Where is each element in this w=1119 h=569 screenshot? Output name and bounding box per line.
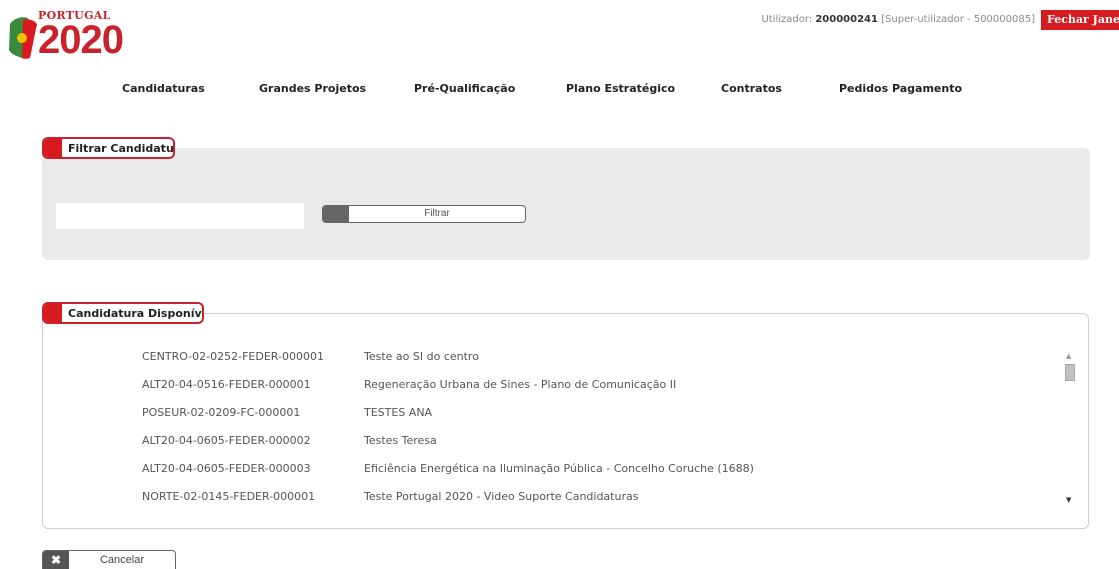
candidatura-code: ALT20-04-0516-FEDER-000001 <box>142 378 311 391</box>
cancel-button-label: Cancelar <box>99 554 145 566</box>
list-item[interactable]: ALT20-04-0605-FEDER-000003 Eficiência En… <box>60 456 1060 484</box>
candidaturas-list[interactable]: CENTRO-02-0252-FEDER-000001 Teste ao SI … <box>60 344 1060 514</box>
nav-item-grandes-projetos[interactable]: Grandes Projetos <box>259 82 366 95</box>
candidatura-code: ALT20-04-0605-FEDER-000003 <box>142 462 311 475</box>
list-scrollbar[interactable]: ▲ ▼ <box>1064 350 1076 510</box>
filter-button[interactable]: Filtrar <box>322 205 526 223</box>
candidatura-description: Regeneração Urbana de Sines - Plano de C… <box>364 378 677 391</box>
list-item[interactable]: ALT20-04-0605-FEDER-000002 Testes Teresa <box>60 428 1060 456</box>
candidatura-code: ALT20-04-0605-FEDER-000002 <box>142 434 311 447</box>
main-nav: Candidaturas Grandes Projetos Pré-Qualif… <box>0 82 1119 98</box>
list-item[interactable]: ALT20-04-0516-FEDER-000001 Regeneração U… <box>60 372 1060 400</box>
candidatura-description: Testes Teresa <box>364 434 437 447</box>
candidaturas-tab-marker <box>44 304 62 322</box>
filter-button-label: Filtrar <box>424 208 450 219</box>
filter-panel-title: Filtrar Candidatura <box>68 141 175 155</box>
list-item[interactable]: CENTRO-02-0252-FEDER-000001 Teste ao SI … <box>60 344 1060 372</box>
nav-item-contratos[interactable]: Contratos <box>721 82 782 95</box>
candidaturas-panel-title: Candidatura Disponíveis <box>68 306 202 320</box>
user-role: [Super-utilizador - 500000085] <box>877 14 1035 25</box>
logo-2020-text: 2020 <box>38 18 124 62</box>
candidatura-code: CENTRO-02-0252-FEDER-000001 <box>142 350 324 363</box>
nav-item-candidaturas[interactable]: Candidaturas <box>122 82 205 95</box>
user-info: Utilizador: 200000241 [Super-utilizador … <box>761 14 1035 25</box>
nav-item-pre-qualificacao[interactable]: Pré-Qualificação <box>414 82 515 95</box>
nav-item-plano-estrategico[interactable]: Plano Estratégico <box>566 82 675 95</box>
candidatura-code: NORTE-02-0145-FEDER-000001 <box>142 490 316 503</box>
scroll-up-icon[interactable]: ▲ <box>1066 352 1071 360</box>
user-id: 200000241 <box>815 14 878 25</box>
list-item[interactable]: POSEUR-02-0209-FC-000001 TESTES ANA <box>60 400 1060 428</box>
portugal-2020-logo: PORTUGAL 2020 <box>8 6 168 62</box>
candidatura-description: Eficiência Energética na Iluminação Públ… <box>364 462 754 475</box>
scroll-down-icon[interactable]: ▼ <box>1066 496 1071 504</box>
scroll-thumb[interactable] <box>1065 364 1075 381</box>
close-window-button[interactable]: Fechar Janela <box>1041 10 1119 30</box>
candidaturas-panel-tab: Candidatura Disponíveis <box>42 302 204 324</box>
candidatura-description: TESTES ANA <box>364 406 433 419</box>
list-item[interactable]: NORTE-02-0145-FEDER-000001 Teste Portuga… <box>60 484 1060 512</box>
filter-input[interactable] <box>56 203 304 229</box>
candidatura-description: Teste ao SI do centro <box>364 350 479 363</box>
filter-tab-marker <box>44 139 62 157</box>
candidatura-description: Teste Portugal 2020 - Video Suporte Cand… <box>364 490 639 503</box>
filter-panel-tab: Filtrar Candidatura <box>42 137 175 159</box>
candidatura-code: POSEUR-02-0209-FC-000001 <box>142 406 301 419</box>
close-icon: ✖ <box>43 551 69 569</box>
flag-icon <box>9 17 37 59</box>
filter-button-marker <box>323 206 349 222</box>
user-label: Utilizador: <box>761 14 816 25</box>
nav-item-pedidos-pagamento[interactable]: Pedidos Pagamento <box>839 82 962 95</box>
cancel-button[interactable]: ✖ Cancelar <box>42 550 176 569</box>
